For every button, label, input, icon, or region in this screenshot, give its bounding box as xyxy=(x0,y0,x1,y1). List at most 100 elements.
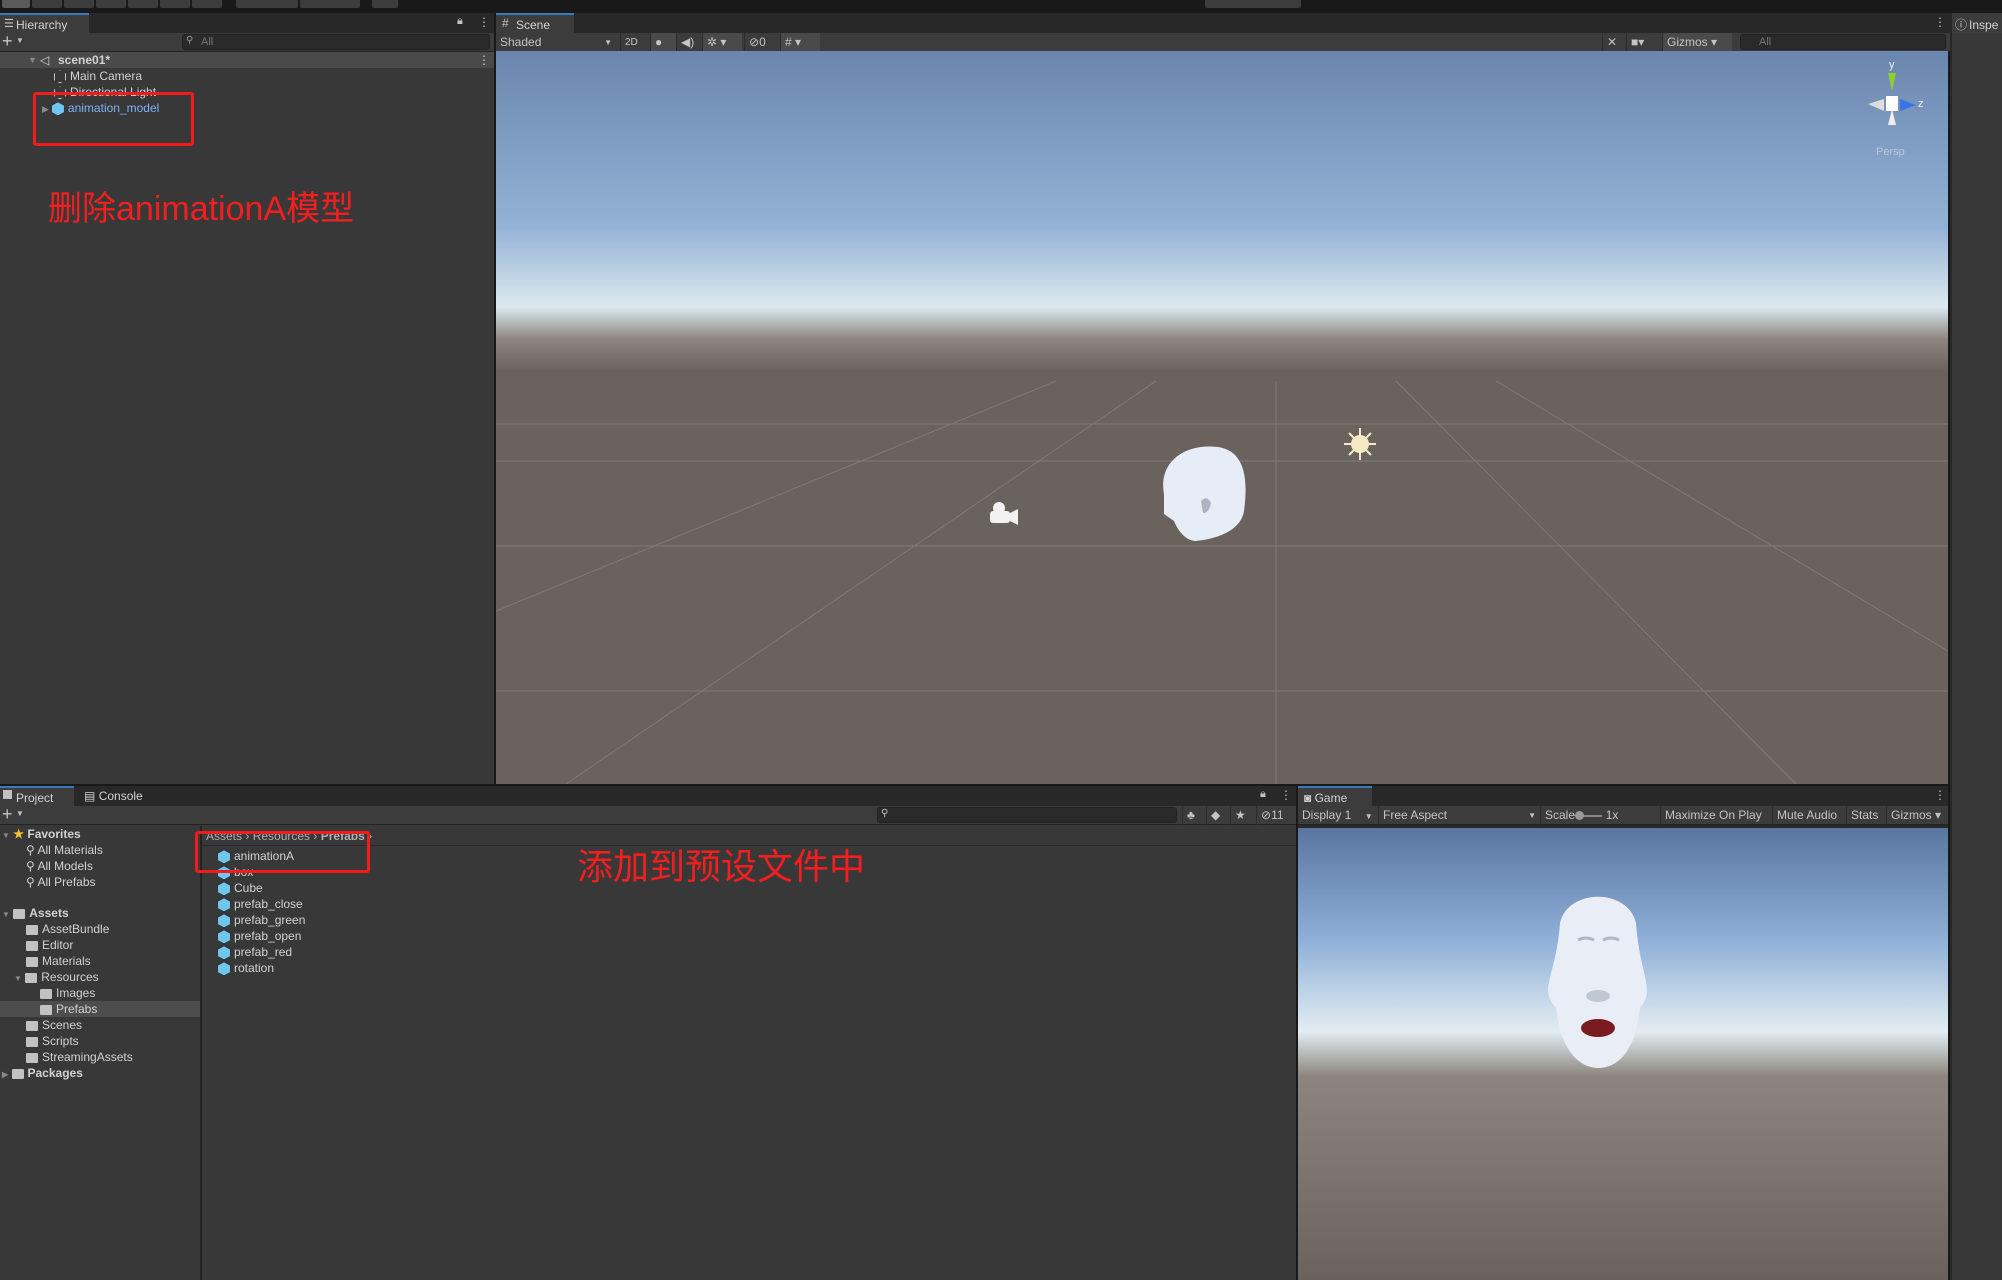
move-tool-button[interactable] xyxy=(32,0,62,8)
chevron-down-icon[interactable]: ▼ xyxy=(16,809,24,818)
hierarchy-search-input[interactable]: All xyxy=(182,34,490,50)
rotate-tool-button[interactable] xyxy=(64,0,94,8)
stats-toggle[interactable]: Stats xyxy=(1846,806,1886,825)
maximize-on-play-toggle[interactable]: Maximize On Play xyxy=(1660,806,1772,825)
expand-arrow-icon[interactable]: ▶ xyxy=(2,1070,8,1079)
gizmos-dropdown[interactable]: Gizmos ▾ xyxy=(1662,33,1732,52)
hidden-packages-toggle[interactable]: ⊘11 xyxy=(1256,806,1296,825)
info-icon: ⓘ xyxy=(1955,18,1968,32)
search-icon: ⚲ xyxy=(26,843,35,857)
game-viewport[interactable] xyxy=(1298,828,1948,1280)
rect-tool-button[interactable] xyxy=(128,0,158,8)
tree-label: All Models xyxy=(37,859,93,873)
grid-dropdown[interactable]: # ▾ xyxy=(780,33,820,52)
custom-tool-button[interactable] xyxy=(192,0,222,8)
lock-icon[interactable]: 🔒︎ xyxy=(457,15,463,28)
more-menu-icon[interactable]: ⋮ xyxy=(478,15,490,29)
tree-images[interactable]: Images xyxy=(40,985,95,1001)
file-prefab-close[interactable]: prefab_close xyxy=(218,896,303,912)
hierarchy-toolbar: + ▼ All ⚲ xyxy=(0,31,494,52)
lighting-toggle[interactable]: ● xyxy=(650,33,676,52)
tree-editor[interactable]: Editor xyxy=(26,937,73,953)
audio-toggle[interactable]: ◀) xyxy=(676,33,702,52)
favorite-button[interactable]: ★ xyxy=(1230,806,1254,825)
scene-menu-icon[interactable]: ⋮ xyxy=(478,52,490,68)
add-icon[interactable]: + xyxy=(2,804,13,825)
tree-label: Materials xyxy=(42,954,91,968)
tree-scripts[interactable]: Scripts xyxy=(26,1033,79,1049)
chevron-down-icon[interactable]: ▼ xyxy=(16,36,24,45)
annotation-add-note: 添加到预设文件中 xyxy=(577,846,866,887)
tab-game[interactable]: ◙ Game xyxy=(1298,786,1372,806)
file-prefab-green[interactable]: prefab_green xyxy=(218,912,305,928)
expand-arrow-icon[interactable]: ▼ xyxy=(2,910,10,919)
2d-toggle[interactable]: 2D xyxy=(620,33,646,52)
pivot-center-button[interactable] xyxy=(236,0,298,8)
file-cube[interactable]: Cube xyxy=(218,880,263,896)
persp-label[interactable]: Persp xyxy=(1876,146,1905,158)
aspect-dropdown[interactable]: Free Aspect ▼ xyxy=(1378,806,1540,825)
more-menu-icon[interactable]: ⋮ xyxy=(1280,788,1292,802)
annotation-delete-note: 删除animationA模型 xyxy=(48,190,355,228)
tree-favorites[interactable]: ▼ ★ Favorites xyxy=(2,826,81,842)
tab-inspector[interactable]: ⓘ Inspe xyxy=(1952,13,2002,33)
scale-tool-button[interactable] xyxy=(96,0,126,8)
project-search-input[interactable] xyxy=(877,807,1177,823)
splitter[interactable] xyxy=(200,826,202,1280)
add-icon[interactable]: + xyxy=(2,31,13,52)
display-dropdown[interactable]: Display 1 ▼ xyxy=(1298,806,1378,825)
expand-arrow-icon[interactable]: ▼ xyxy=(2,831,10,840)
tree-assets[interactable]: ▼ Assets xyxy=(2,905,69,921)
transform-tool-button[interactable] xyxy=(160,0,190,8)
slider-thumb[interactable] xyxy=(1575,810,1585,820)
mute-audio-toggle[interactable]: Mute Audio xyxy=(1772,806,1846,825)
scene-search-input[interactable]: All xyxy=(1740,34,1946,50)
console-tab-label: Console xyxy=(98,789,143,803)
snap-button[interactable] xyxy=(372,0,398,8)
pivot-local-button[interactable] xyxy=(300,0,360,8)
tree-packages[interactable]: ▶ Packages xyxy=(2,1065,83,1081)
game-panel: ◙ Game ⋮ Display 1 ▼ Free Aspect ▼ Scale … xyxy=(1298,786,1948,1280)
tab-console[interactable]: ▤ Console xyxy=(78,786,149,806)
expand-arrow-icon[interactable]: ▼ xyxy=(28,52,37,68)
hierarchy-item-main-camera[interactable]: Main Camera xyxy=(54,68,142,84)
filter-by-type-button[interactable]: ♣ xyxy=(1182,806,1206,825)
slider-track[interactable] xyxy=(1575,810,1603,820)
tree-materials[interactable]: Materials xyxy=(26,953,91,969)
tree-all-materials[interactable]: ⚲ All Materials xyxy=(26,842,103,858)
lock-icon[interactable]: 🔒︎ xyxy=(1260,788,1266,801)
more-menu-icon[interactable]: ⋮ xyxy=(1934,788,1946,802)
more-menu-icon[interactable]: ⋮ xyxy=(1934,15,1946,29)
play-controls[interactable] xyxy=(1205,0,1301,8)
file-rotation[interactable]: rotation xyxy=(218,960,274,976)
chevron-down-icon: ▼ xyxy=(604,38,612,47)
file-prefab-open[interactable]: prefab_open xyxy=(218,928,301,944)
expand-arrow-icon[interactable]: ▼ xyxy=(14,974,22,983)
tree-all-prefabs[interactable]: ⚲ All Prefabs xyxy=(26,874,96,890)
tree-label: All Prefabs xyxy=(37,875,96,889)
folder-icon xyxy=(40,1004,52,1015)
gizmos-dropdown[interactable]: Gizmos ▾ xyxy=(1886,806,1948,825)
hidden-objects-toggle[interactable]: ⊘0 xyxy=(744,33,778,52)
tree-all-models[interactable]: ⚲ All Models xyxy=(26,858,93,874)
scale-slider[interactable]: Scale 1x xyxy=(1540,806,1660,825)
tree-prefabs-selected[interactable]: Prefabs xyxy=(0,1001,200,1017)
hand-tool-button[interactable] xyxy=(2,0,30,8)
tree-scenes[interactable]: Scenes xyxy=(26,1017,82,1033)
tools-button[interactable]: ✕ xyxy=(1602,33,1624,52)
inspector-tab-label: Inspe xyxy=(1969,18,1999,32)
tree-assetbundle[interactable]: AssetBundle xyxy=(26,921,109,937)
prefab-icon xyxy=(218,962,230,976)
filter-type-icon: ♣ xyxy=(1187,808,1195,822)
scene-row[interactable]: ▼ ◁ scene01* ⋮ xyxy=(0,52,494,68)
shading-dropdown[interactable]: Shaded ▼ xyxy=(496,33,616,52)
tree-resources[interactable]: ▼ Resources xyxy=(14,969,99,985)
tree-streamingassets[interactable]: StreamingAssets xyxy=(26,1049,133,1065)
scene-viewport[interactable]: y z Persp xyxy=(496,51,1948,784)
camera-dropdown[interactable]: ■▾ xyxy=(1626,33,1660,52)
filter-by-label-button[interactable]: ◆ xyxy=(1206,806,1230,825)
star-icon: ★ xyxy=(1235,808,1246,822)
file-prefab-red[interactable]: prefab_red xyxy=(218,944,292,960)
display-value: Display 1 xyxy=(1302,808,1352,822)
effects-dropdown[interactable]: ✲ ▾ xyxy=(702,33,742,52)
